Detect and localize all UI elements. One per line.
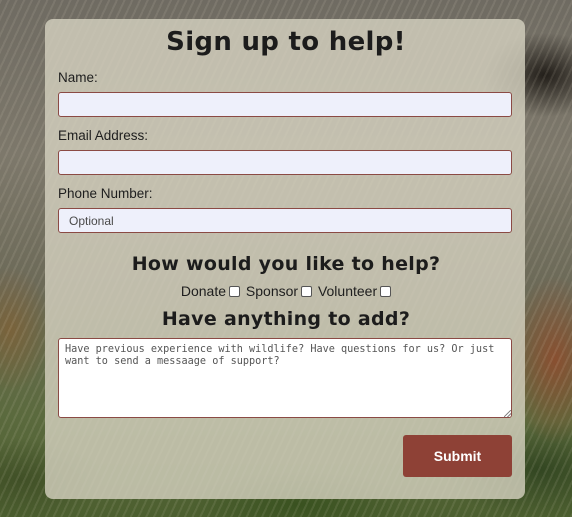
help-heading: How would you like to help?	[131, 253, 441, 275]
option-donate: Donate	[180, 283, 241, 299]
add-heading: Have anything to add?	[161, 308, 411, 330]
help-options: Donate Sponsor Volunteer	[0, 283, 572, 299]
form-title: Sign up to help!	[166, 27, 406, 57]
phone-label: Phone Number:	[58, 186, 153, 201]
option-volunteer: Volunteer	[317, 283, 392, 299]
message-textarea[interactable]	[58, 338, 512, 418]
name-label: Name:	[58, 70, 98, 85]
donate-checkbox[interactable]	[229, 285, 241, 297]
email-label: Email Address:	[58, 128, 149, 143]
option-label: Sponsor	[245, 283, 299, 299]
phone-field[interactable]	[58, 208, 512, 233]
option-sponsor: Sponsor	[245, 283, 313, 299]
resize-grip-icon[interactable]	[504, 410, 511, 417]
email-field[interactable]	[58, 150, 512, 175]
sponsor-checkbox[interactable]	[301, 285, 313, 297]
option-label: Donate	[180, 283, 227, 299]
name-field[interactable]	[58, 92, 512, 117]
option-label: Volunteer	[317, 283, 378, 299]
submit-button[interactable]: Submit	[403, 435, 512, 477]
volunteer-checkbox[interactable]	[380, 285, 392, 297]
